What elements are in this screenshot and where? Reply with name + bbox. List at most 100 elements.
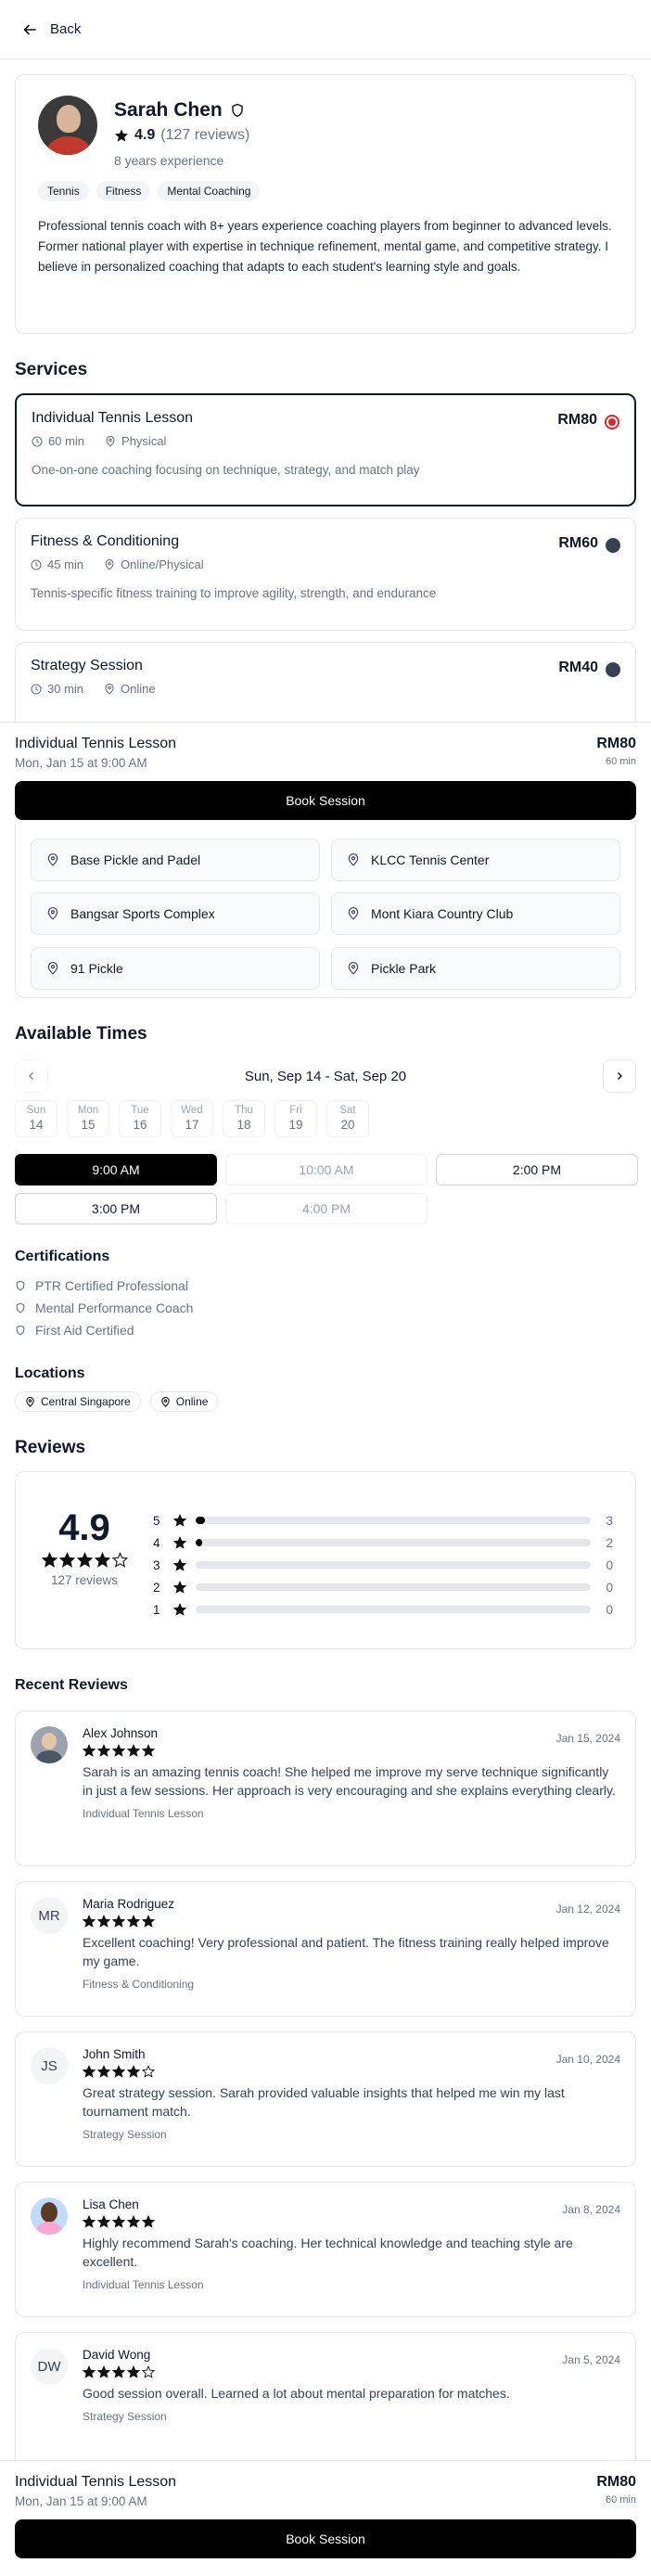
- venue-name: Pickle Park: [371, 960, 437, 976]
- shield-icon: [15, 1302, 26, 1314]
- clock-icon: [32, 435, 43, 447]
- rating-bar-track: [196, 1517, 591, 1524]
- review-text: Good session overall. Learned a lot abou…: [83, 2386, 510, 2401]
- venue-option[interactable]: Pickle Park: [331, 946, 620, 990]
- time-slot[interactable]: 3:00 PM: [15, 1193, 217, 1224]
- day-of-week: Tue: [131, 1105, 149, 1116]
- star-filled-icon: [97, 1915, 110, 1928]
- day-option[interactable]: Wed 17: [171, 1100, 213, 1137]
- back-button[interactable]: Back: [50, 21, 81, 37]
- prev-week-button[interactable]: [15, 1059, 48, 1093]
- review-card: Alex Johnson Jan 15, 2024 Sarah is an am…: [15, 1711, 636, 1866]
- certification-item: PTR Certified Professional: [15, 1275, 636, 1297]
- certification-label: Mental Performance Coach: [35, 1301, 194, 1315]
- venue-option[interactable]: KLCC Tennis Center: [331, 839, 620, 881]
- star-filled-icon: [112, 1915, 125, 1928]
- star-filled-icon: [173, 1558, 186, 1571]
- review-card: Lisa Chen Jan 8, 2024 Highly recommend S…: [15, 2182, 636, 2317]
- rating-level: 3: [153, 1557, 160, 1572]
- venue-option[interactable]: Bangsar Sports Complex: [31, 892, 320, 936]
- service-option[interactable]: Fitness & Conditioning 45 min Online/Phy…: [15, 518, 636, 631]
- service-name: Individual Tennis Lesson: [32, 410, 194, 426]
- time-slot[interactable]: 2:00 PM: [436, 1154, 638, 1185]
- clock-icon: [31, 683, 42, 695]
- day-number: 18: [236, 1118, 251, 1132]
- booking-summary: Individual Tennis Lesson Mon, Jan 15 at …: [0, 722, 651, 820]
- back-arrow-icon[interactable]: [22, 22, 37, 37]
- service-radio[interactable]: [606, 662, 620, 677]
- book-session-button[interactable]: Book Session: [15, 2519, 636, 2558]
- rating-count: 3: [606, 1513, 613, 1528]
- service-name: Fitness & Conditioning: [31, 533, 180, 549]
- reviewer-name: Maria Rodriguez: [83, 1897, 175, 1911]
- day-of-week: Mon: [77, 1105, 99, 1116]
- service-mode: Online/Physical: [121, 557, 204, 571]
- star-filled-icon: [173, 1603, 186, 1616]
- venue-option[interactable]: 91 Pickle: [31, 946, 320, 990]
- week-navigation: Sun, Sep 14 - Sat, Sep 20: [15, 1059, 636, 1093]
- overall-review-count: 127 reviews: [50, 1573, 119, 1587]
- day-option[interactable]: Tue 16: [119, 1100, 161, 1137]
- time-slot-unavailable: 4:00 PM: [225, 1193, 428, 1224]
- service-mode: Online: [121, 682, 156, 696]
- service-radio[interactable]: [606, 538, 620, 553]
- rating-count: 0: [606, 1580, 613, 1595]
- service-description: Tennis-specific fitness training to impr…: [31, 586, 437, 600]
- star-filled-icon: [76, 1552, 93, 1568]
- rating-bar-fill: [196, 1517, 205, 1524]
- star-filled-icon: [112, 1744, 125, 1757]
- top-bar: Back: [0, 0, 651, 59]
- book-session-button[interactable]: Book Session: [15, 781, 636, 820]
- day-option[interactable]: Mon 15: [67, 1100, 109, 1137]
- day-option[interactable]: Fri 19: [274, 1100, 317, 1137]
- review-card: MR Maria Rodriguez Jan 12, 2024 Excellen…: [15, 1881, 636, 2017]
- service-description: One-on-one coaching focusing on techniqu…: [32, 463, 420, 477]
- service-option[interactable]: Individual Tennis Lesson 60 min Physical…: [15, 393, 636, 506]
- star-filled-icon: [97, 2215, 110, 2228]
- reviewer-avatar: DW: [31, 2348, 68, 2385]
- star-filled-icon: [112, 2365, 125, 2378]
- day-of-week: Fri: [289, 1105, 302, 1116]
- service-duration: 30 min: [47, 682, 84, 696]
- review-service: Individual Tennis Lesson: [83, 2278, 204, 2291]
- next-week-button[interactable]: [602, 1059, 636, 1093]
- star-filled-icon: [58, 1552, 75, 1568]
- review-stars: [83, 1915, 174, 1928]
- services-title: Services: [15, 360, 88, 379]
- map-pin-icon: [347, 961, 360, 975]
- star-icon: [114, 128, 129, 143]
- reviewer-avatar: JS: [31, 2047, 68, 2084]
- star-filled-icon: [83, 2365, 96, 2378]
- star-filled-icon: [127, 2065, 140, 2078]
- booking-service: Individual Tennis Lesson: [15, 736, 177, 751]
- booking-service: Individual Tennis Lesson: [15, 2474, 177, 2490]
- time-slots: 9:00 AM 10:00 AM 2:00 PM 3:00 PM 4:00 PM: [15, 1154, 638, 1224]
- location-chip: Central Singapore: [15, 1391, 141, 1412]
- service-meta: 60 min Physical: [32, 434, 619, 448]
- coach-bio: Professional tennis coach with 8+ years …: [38, 219, 612, 274]
- venue-name: Bangsar Sports Complex: [70, 906, 215, 922]
- service-option[interactable]: Strategy Session 30 min Online RM40: [15, 642, 636, 722]
- star-filled-icon: [83, 2065, 96, 2078]
- star-filled-icon: [83, 1915, 96, 1928]
- certifications-title: Certifications: [15, 1249, 110, 1264]
- review-date: Jan 10, 2024: [555, 2053, 620, 2066]
- day-option[interactable]: Thu 18: [223, 1100, 265, 1137]
- service-meta: 30 min Online: [31, 682, 620, 696]
- rating-bar-row: 53: [153, 1509, 613, 1532]
- service-radio-selected[interactable]: [605, 415, 619, 429]
- star-filled-icon: [112, 2215, 125, 2228]
- star-empty-icon: [111, 1552, 128, 1568]
- day-option[interactable]: Sat 20: [326, 1100, 369, 1137]
- map-pin-icon: [46, 961, 59, 975]
- time-slot-selected[interactable]: 9:00 AM: [15, 1154, 217, 1185]
- venue-name: 91 Pickle: [70, 960, 123, 976]
- venue-option[interactable]: Base Pickle and Padel: [31, 839, 320, 881]
- star-filled-icon: [127, 1915, 140, 1928]
- day-option[interactable]: Sun 14: [15, 1100, 57, 1137]
- day-number: 20: [340, 1118, 355, 1132]
- rating-bar-row: 42: [153, 1532, 613, 1554]
- venue-option[interactable]: Mont Kiara Country Club: [331, 892, 620, 936]
- review-text: Highly recommend Sarah's coaching. Her t…: [83, 2236, 573, 2269]
- service-price: RM80: [557, 412, 597, 428]
